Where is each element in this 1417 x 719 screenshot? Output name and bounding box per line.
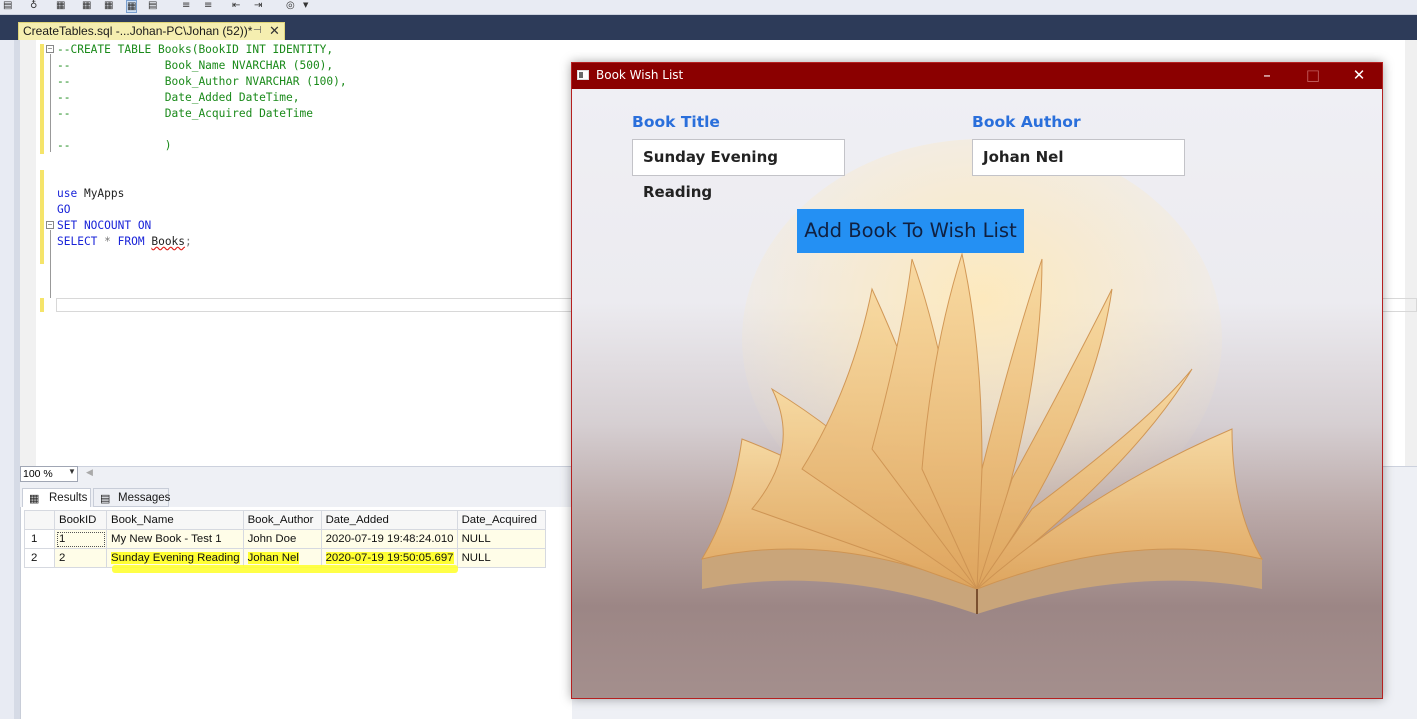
app-icon	[577, 70, 589, 80]
collapse-icon[interactable]: −	[46, 221, 54, 229]
toolbar-icon-5[interactable]: ▦	[104, 0, 113, 11]
tab-messages-label: Messages	[118, 492, 171, 504]
cell-date-acquired[interactable]: NULL	[456, 529, 546, 549]
keyword-use: use	[57, 187, 78, 200]
toolbar-icon-10[interactable]: ⇤	[232, 0, 240, 11]
collapse-icon[interactable]: −	[46, 45, 54, 53]
cell-date-acquired[interactable]: NULL	[456, 548, 546, 568]
toolbar-icon-3[interactable]: ▦	[56, 0, 65, 11]
minimize-button[interactable]: –	[1244, 63, 1290, 89]
grid-header-row: BookID Book_Name Book_Author Date_Added …	[24, 510, 546, 530]
code-line-5: -- Date_Acquired DateTime	[57, 107, 313, 120]
toolbar-icon-4[interactable]: ▦	[82, 0, 91, 11]
close-button[interactable]: ✕	[1336, 63, 1382, 89]
code-line-6: -- )	[57, 139, 172, 152]
change-marker	[40, 44, 44, 154]
toolbar-icon-2[interactable]: ♁	[30, 0, 37, 11]
grid-corner[interactable]	[24, 510, 55, 530]
book-author-label: Book Author	[972, 113, 1081, 131]
table-row[interactable]: 1 1 My New Book - Test 1 John Doe 2020-0…	[24, 529, 546, 549]
tab-messages[interactable]: ▤ Messages	[93, 488, 171, 507]
close-tab-icon[interactable]: ✕	[269, 23, 280, 39]
grid-header-book-name[interactable]: Book_Name	[106, 510, 244, 530]
grid-icon: ▦	[29, 493, 40, 505]
change-marker	[40, 298, 44, 312]
grid-header-book-author[interactable]: Book_Author	[242, 510, 322, 530]
cell-book-name[interactable]: My New Book - Test 1	[106, 529, 244, 549]
window-client-area: Book Title Sunday Evening Reading Book A…	[572, 89, 1382, 698]
ssms-toolbar: ▤ ♁ ▦ ▦ ▦ ▦ ▤ ≡ ≡ ⇤ ⇥ ◎ ▼	[0, 0, 1417, 15]
document-tab-title: CreateTables.sql -...Johan-PC\Johan (52)…	[23, 24, 253, 38]
code-line-2: -- Book_Name NVARCHAR (500),	[57, 59, 334, 72]
toolbar-icon-9[interactable]: ≡	[204, 0, 212, 11]
code-line-3: -- Book_Author NVARCHAR (100),	[57, 75, 347, 88]
window-title: Book Wish List	[596, 68, 684, 82]
maximize-button[interactable]: □	[1290, 63, 1336, 89]
code-line-select: SELECT * FROM Books;	[57, 234, 192, 250]
cell-date-added[interactable]: 2020-07-19 19:48:24.010	[320, 529, 458, 549]
cell-bookid[interactable]: 2	[54, 548, 107, 568]
outline-line	[50, 54, 51, 152]
tab-results-label: Results	[49, 492, 88, 504]
tab-results[interactable]: ▦ Results	[22, 488, 91, 507]
code-line-4: -- Date_Added DateTime,	[57, 91, 300, 104]
left-panel-strip	[0, 40, 15, 719]
book-author-input[interactable]: Johan Nel	[972, 139, 1185, 176]
cell-book-author[interactable]: John Doe	[242, 529, 322, 549]
cell-bookid[interactable]: 1	[54, 529, 107, 549]
editor-gutter	[20, 40, 36, 466]
toolbar-icon-11[interactable]: ⇥	[254, 0, 262, 11]
db-name: MyApps	[77, 187, 125, 200]
book-title-input[interactable]: Sunday Evening Reading	[632, 139, 845, 201]
table-name: Books	[151, 235, 186, 248]
window-titlebar[interactable]: Book Wish List – □ ✕	[572, 63, 1382, 89]
book-wish-list-window: Book Wish List – □ ✕ Book Title Sunday E…	[571, 62, 1383, 699]
grid-header-date-added[interactable]: Date_Added	[320, 510, 458, 530]
pin-icon[interactable]: ⊣	[253, 25, 262, 36]
highlighted-book-name: Sunday Evening Reading	[111, 552, 240, 564]
highlighted-date-added: 2020-07-19 19:50:05.697	[325, 552, 454, 564]
results-grid[interactable]: BookID Book_Name Book_Author Date_Added …	[24, 510, 546, 568]
semicolon: ;	[185, 235, 192, 248]
outline-line	[50, 230, 51, 298]
toolbar-icon-12[interactable]: ◎	[286, 0, 295, 11]
highlighted-book-author: Johan Nel	[247, 552, 299, 564]
chevron-down-icon[interactable]: ▼	[68, 467, 76, 476]
toolbar-icon-7[interactable]: ▤	[148, 0, 157, 11]
zoom-value: 100 %	[23, 468, 53, 480]
keyword-from: FROM	[117, 235, 145, 248]
editor-scrollbar[interactable]	[1405, 40, 1417, 466]
highlight-stroke	[112, 565, 458, 573]
messages-icon: ▤	[100, 493, 111, 505]
code-line-use: use MyApps	[57, 186, 124, 202]
toolbar-icon-8[interactable]: ≡	[182, 0, 190, 11]
grid-header-bookid[interactable]: BookID	[54, 510, 107, 530]
book-title-label: Book Title	[632, 113, 720, 131]
code-line-set: SET NOCOUNT ON	[57, 219, 152, 232]
keyword-select: SELECT	[57, 235, 98, 248]
star: *	[97, 235, 118, 248]
toolbar-icon-1[interactable]: ▤	[3, 0, 12, 11]
code-line-go: GO	[57, 203, 71, 216]
code-line-1: --CREATE TABLE Books(BookID INT IDENTITY…	[57, 43, 334, 56]
change-marker	[40, 170, 44, 264]
toolbar-icon-6[interactable]: ▦	[126, 0, 138, 13]
row-number[interactable]: 1	[24, 529, 55, 549]
toolbar-dropdown-icon[interactable]: ▼	[303, 0, 308, 11]
document-tab[interactable]: CreateTables.sql -...Johan-PC\Johan (52)…	[18, 22, 285, 41]
scroll-left-icon[interactable]: ◀	[86, 467, 93, 478]
row-number[interactable]: 2	[24, 548, 55, 568]
grid-header-date-acquired[interactable]: Date_Acquired	[456, 510, 546, 530]
add-book-button[interactable]: Add Book To Wish List	[797, 209, 1024, 253]
